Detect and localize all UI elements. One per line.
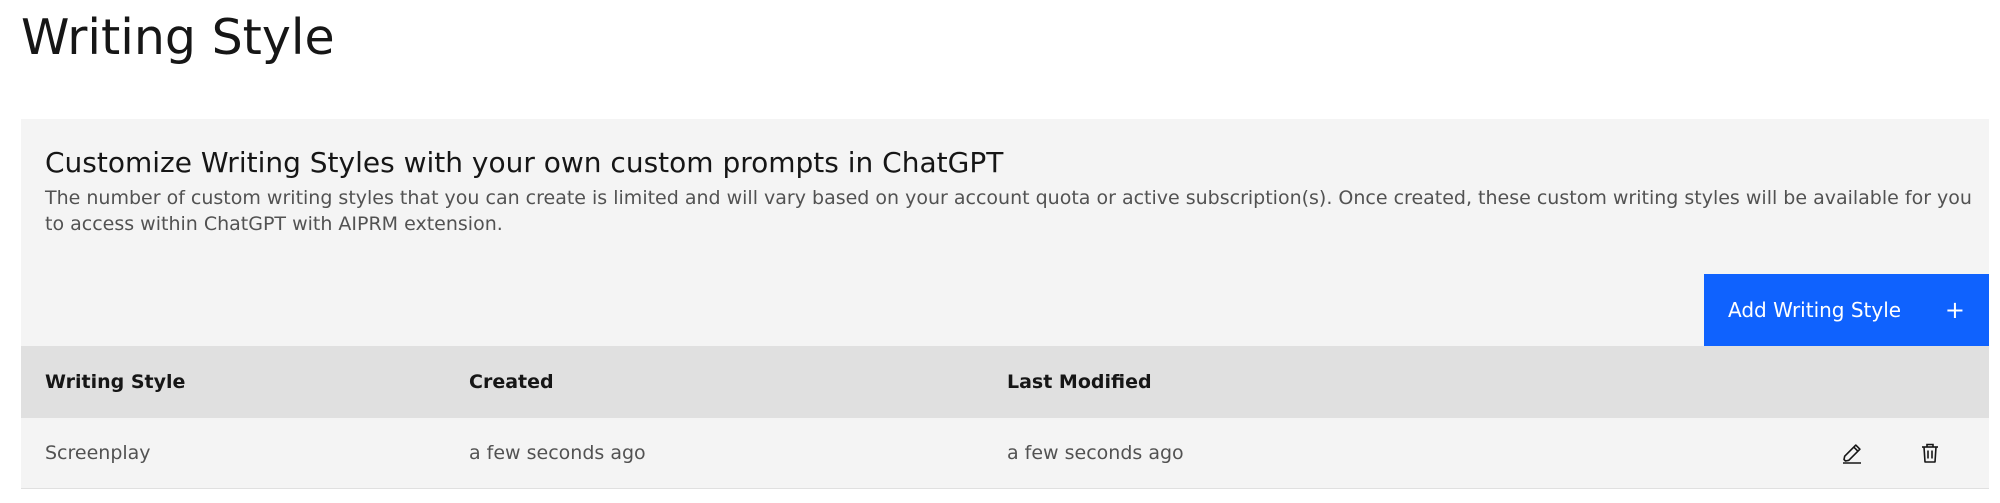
created-time: a few seconds ago	[469, 442, 646, 464]
column-header-created[interactable]: Created	[469, 346, 554, 418]
add-writing-style-label: Add Writing Style	[1728, 298, 1902, 322]
table-header: Writing Style Created Last Modified	[21, 346, 1989, 418]
column-header-last-modified[interactable]: Last Modified	[1007, 346, 1152, 418]
last-modified-time: a few seconds ago	[1007, 442, 1184, 464]
panel-description: The number of custom writing styles that…	[45, 187, 1972, 235]
edit-icon	[1843, 444, 1861, 464]
delete-button[interactable]	[1913, 436, 1947, 470]
writing-style-name: Screenplay	[45, 442, 151, 464]
delete-icon	[1922, 443, 1938, 463]
plus-icon: +	[1944, 296, 1965, 324]
writing-styles-table: Writing Style Created Last Modified Scre…	[21, 346, 1989, 489]
table-row: Screenplay a few seconds ago a few secon…	[21, 418, 1989, 489]
edit-button[interactable]	[1835, 436, 1869, 470]
panel-heading: Customize Writing Styles with your own c…	[45, 146, 1004, 179]
page-title: Writing Style	[21, 9, 335, 66]
add-writing-style-button[interactable]: Add Writing Style +	[1704, 274, 1989, 346]
writing-styles-panel: Customize Writing Styles with your own c…	[21, 119, 1989, 489]
column-header-writing-style[interactable]: Writing Style	[45, 346, 185, 418]
